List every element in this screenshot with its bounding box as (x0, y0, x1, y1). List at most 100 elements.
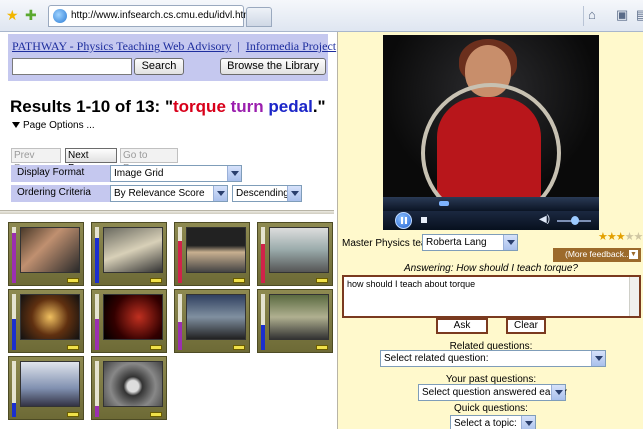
relevance-bar (178, 227, 182, 283)
related-questions-select[interactable]: Select related question: (380, 350, 606, 367)
search-pane: PATHWAY - Physics Teaching Web Advisory |… (0, 32, 336, 429)
star-icon[interactable]: ★ (598, 231, 608, 243)
page-menu-icon[interactable]: ▤ (636, 8, 643, 22)
transcript-icon[interactable] (316, 345, 328, 350)
past-questions-select[interactable]: Select question answered earlier (418, 384, 567, 401)
thumbnail-image[interactable] (103, 294, 163, 340)
star-icon[interactable]: ★ (607, 231, 617, 243)
next-page-button[interactable]: Next Page (65, 148, 117, 174)
home-icon[interactable]: ⌂ (588, 8, 596, 22)
video-player[interactable]: ◀) (383, 35, 599, 230)
pause-icon[interactable] (395, 212, 412, 229)
more-feedback-label: (More feedback...) (565, 249, 634, 259)
star-icon[interactable]: ★ (625, 231, 635, 243)
thumbnail-image[interactable] (20, 227, 80, 273)
informedia-link[interactable]: Informedia Project (246, 39, 336, 53)
transcript-icon[interactable] (150, 345, 162, 350)
thumbnail-image[interactable] (269, 294, 329, 340)
ordering-criteria-select[interactable]: By Relevance Score (110, 185, 228, 202)
link-separator: | (237, 39, 240, 53)
clear-button[interactable]: Clear (506, 318, 546, 334)
search-input[interactable] (12, 58, 132, 75)
toolbar-divider (583, 6, 584, 26)
more-feedback-button[interactable]: (More feedback...) ▼ (553, 248, 641, 262)
thumbnail-image[interactable] (186, 294, 246, 340)
transcript-icon[interactable] (67, 412, 79, 417)
browse-library-button[interactable]: Browse the Library (220, 58, 326, 75)
transcript-icon[interactable] (233, 345, 245, 350)
dropdown-arrow-icon[interactable] (227, 166, 241, 181)
results-count-text: Results 1-10 of 13: " (10, 97, 174, 116)
ordering-criteria-value: By Relevance Score (114, 188, 205, 199)
textarea-scrollbar[interactable] (629, 277, 639, 316)
dropdown-arrow-icon[interactable] (521, 416, 535, 429)
result-thumbnail[interactable] (257, 289, 333, 353)
result-thumbnail[interactable] (257, 222, 333, 286)
question-textarea[interactable]: how should I teach about torque (342, 275, 641, 318)
result-thumbnail[interactable] (91, 356, 167, 420)
print-icon[interactable]: ▣ (616, 8, 628, 22)
transcript-icon[interactable] (150, 278, 162, 283)
dropdown-arrow-icon[interactable] (287, 186, 301, 201)
thumbnail-image[interactable] (103, 227, 163, 273)
thumbnail-image[interactable] (269, 227, 329, 273)
transcript-icon[interactable] (316, 278, 328, 283)
result-thumbnail[interactable] (8, 289, 84, 353)
sort-direction-select[interactable]: Descending (232, 185, 302, 202)
volume-icon[interactable]: ◀) (539, 214, 550, 225)
favorites-star-icon[interactable]: ★ (6, 8, 19, 22)
relevance-fill (95, 406, 99, 417)
transcript-icon[interactable] (233, 278, 245, 283)
result-thumbnail[interactable] (91, 289, 167, 353)
transcript-icon[interactable] (150, 412, 162, 417)
stop-icon[interactable] (421, 217, 427, 223)
teacher-select[interactable]: Roberta Lang (422, 234, 518, 251)
browser-tab[interactable]: http://www.infsearch.cs.cmu.edu/idvl.htm (48, 5, 252, 27)
transcript-icon[interactable] (67, 345, 79, 350)
star-icon[interactable]: ★ (634, 231, 643, 243)
result-thumbnail[interactable] (174, 222, 250, 286)
relevance-fill (261, 244, 265, 283)
search-button[interactable]: Search (134, 58, 184, 75)
thumbnail-image[interactable] (20, 361, 80, 407)
seek-bar[interactable] (383, 197, 599, 211)
star-icon[interactable]: ★ (616, 231, 626, 243)
page-options-toggle[interactable]: Page Options ... (12, 120, 95, 131)
question-text: how should I teach about torque (347, 279, 476, 289)
go-to-page-button[interactable]: Go to Page... (120, 148, 178, 174)
thumbnail-image[interactable] (103, 361, 163, 407)
result-thumbnail[interactable] (91, 222, 167, 286)
result-thumbnail[interactable] (174, 289, 250, 353)
dropdown-arrow-icon[interactable] (503, 235, 517, 250)
thumbnail-image[interactable] (186, 227, 246, 273)
ordering-criteria-label: Ordering Criteria (17, 187, 91, 198)
thumbnail-image[interactable] (20, 294, 80, 340)
display-format-select[interactable]: Image Grid (110, 165, 242, 182)
transcript-icon[interactable] (67, 278, 79, 283)
answering-text: Answering: How should I teach torque? (404, 263, 578, 274)
pathway-link[interactable]: PATHWAY - Physics Teaching Web Advisory (12, 39, 231, 53)
query-term-turn: turn (230, 97, 264, 116)
related-questions-value: Select related question: (384, 353, 489, 364)
rating-stars[interactable]: ★★★★★ (598, 230, 643, 243)
thumbnail-grid (0, 217, 334, 429)
result-thumbnail[interactable] (8, 222, 84, 286)
prev-page-button[interactable]: Prev Page (11, 148, 61, 174)
dropdown-arrow-icon[interactable] (213, 186, 227, 201)
new-tab-button[interactable] (246, 7, 272, 27)
quick-questions-select[interactable]: Select a topic: (450, 415, 536, 429)
dropdown-arrow-icon[interactable] (591, 351, 605, 366)
volume-knob[interactable] (571, 216, 579, 225)
query-term-pedal: pedal (268, 97, 313, 116)
display-format-row: Display Format Image Grid (11, 165, 242, 182)
dropdown-arrow-icon[interactable] (551, 385, 565, 400)
teacher-value: Roberta Lang (426, 237, 487, 248)
relevance-bar (95, 227, 99, 283)
ask-button[interactable]: Ask (436, 318, 488, 334)
relevance-fill (12, 319, 16, 350)
result-thumbnail[interactable] (8, 356, 84, 420)
pane-divider[interactable] (0, 210, 334, 214)
seek-knob[interactable] (439, 201, 449, 206)
add-favorites-icon[interactable]: ✚ (25, 8, 37, 22)
relevance-bar (178, 294, 182, 350)
